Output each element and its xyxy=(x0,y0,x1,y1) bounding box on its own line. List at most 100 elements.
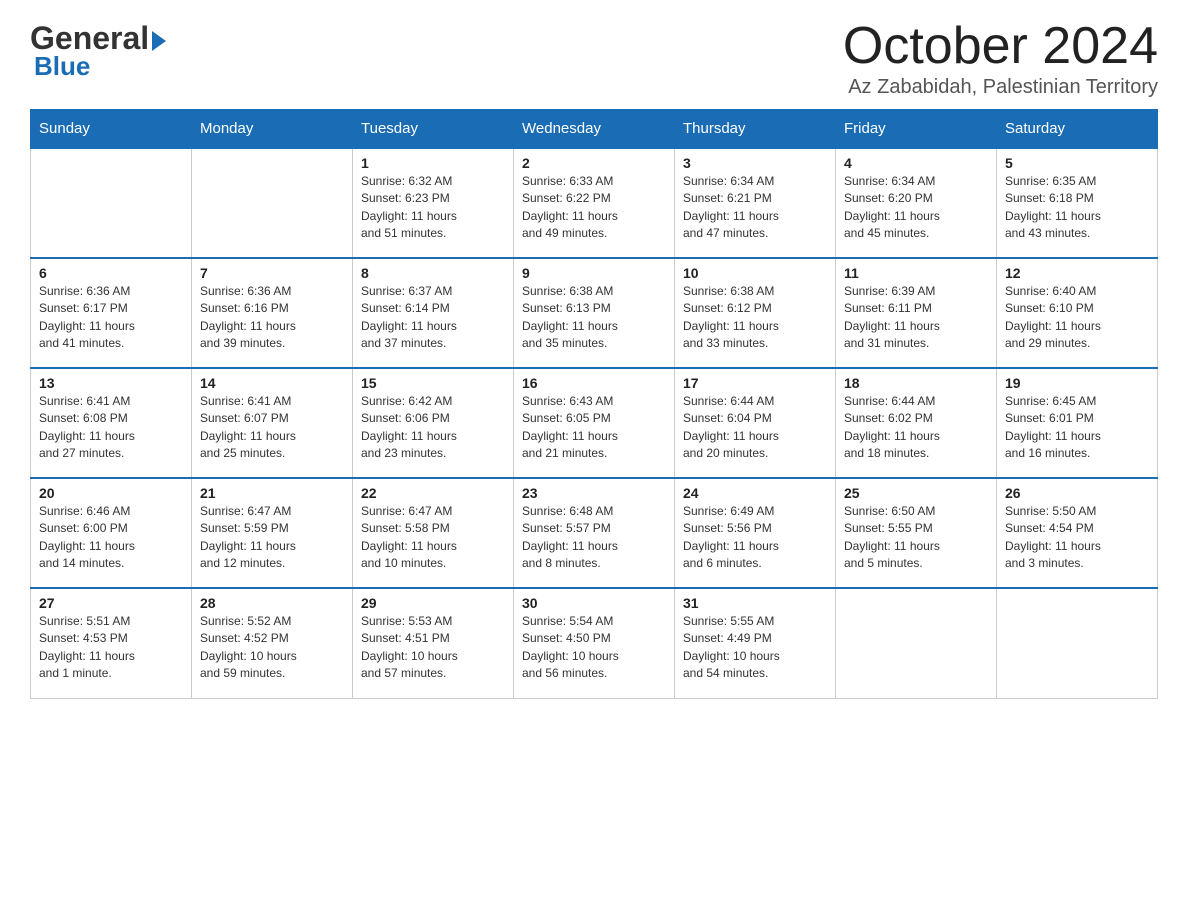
calendar-cell: 29 Sunrise: 5:53 AM Sunset: 4:51 PM Dayli… xyxy=(353,588,514,698)
day-number: 14 xyxy=(200,375,344,391)
calendar-cell: 25 Sunrise: 6:50 AM Sunset: 5:55 PM Dayli… xyxy=(836,478,997,588)
weekday-header-thursday: Thursday xyxy=(675,110,836,149)
logo-arrow-icon xyxy=(152,31,166,51)
calendar-cell xyxy=(997,588,1158,698)
day-number: 2 xyxy=(522,155,666,171)
day-info: Sunrise: 6:34 AM Sunset: 6:20 PM Dayligh… xyxy=(844,173,988,243)
location-subtitle: Az Zababidah, Palestinian Territory xyxy=(843,76,1158,99)
day-info: Sunrise: 6:47 AM Sunset: 5:58 PM Dayligh… xyxy=(361,503,505,573)
day-number: 3 xyxy=(683,155,827,171)
weekday-header-friday: Friday xyxy=(836,110,997,149)
calendar-cell: 12 Sunrise: 6:40 AM Sunset: 6:10 PM Dayli… xyxy=(997,258,1158,368)
calendar-cell: 27Sunrise: 5:51 AM Sunset: 4:53 PM Dayli… xyxy=(31,588,192,698)
day-number: 7 xyxy=(200,265,344,281)
day-info: Sunrise: 6:32 AM Sunset: 6:23 PM Dayligh… xyxy=(361,173,505,243)
day-number: 30 xyxy=(522,595,666,611)
day-number: 9 xyxy=(522,265,666,281)
day-info: Sunrise: 6:46 AM Sunset: 6:00 PM Dayligh… xyxy=(39,503,183,573)
day-info: Sunrise: 6:47 AM Sunset: 5:59 PM Dayligh… xyxy=(200,503,344,573)
day-info: Sunrise: 6:37 AM Sunset: 6:14 PM Dayligh… xyxy=(361,283,505,353)
day-info: Sunrise: 6:50 AM Sunset: 5:55 PM Dayligh… xyxy=(844,503,988,573)
day-number: 29 xyxy=(361,595,505,611)
day-info: Sunrise: 6:36 AM Sunset: 6:17 PM Dayligh… xyxy=(39,283,183,353)
day-info: Sunrise: 6:38 AM Sunset: 6:13 PM Dayligh… xyxy=(522,283,666,353)
day-info: Sunrise: 5:50 AM Sunset: 4:54 PM Dayligh… xyxy=(1005,503,1149,573)
calendar-cell: 28 Sunrise: 5:52 AM Sunset: 4:52 PM Dayli… xyxy=(192,588,353,698)
logo-blue-text: Blue xyxy=(30,51,90,82)
calendar-cell: 13 Sunrise: 6:41 AM Sunset: 6:08 PM Dayli… xyxy=(31,368,192,478)
day-number: 15 xyxy=(361,375,505,391)
day-number: 13 xyxy=(39,375,183,391)
day-info: Sunrise: 5:53 AM Sunset: 4:51 PM Dayligh… xyxy=(361,613,505,683)
calendar-cell xyxy=(192,148,353,258)
day-number: 22 xyxy=(361,485,505,501)
week-row-2: 6 Sunrise: 6:36 AM Sunset: 6:17 PM Daylig… xyxy=(31,258,1158,368)
day-number: 20 xyxy=(39,485,183,501)
day-number: 12 xyxy=(1005,265,1149,281)
calendar-cell: 10 Sunrise: 6:38 AM Sunset: 6:12 PM Dayli… xyxy=(675,258,836,368)
day-number: 28 xyxy=(200,595,344,611)
day-info: Sunrise: 5:54 AM Sunset: 4:50 PM Dayligh… xyxy=(522,613,666,683)
calendar-cell: 30 Sunrise: 5:54 AM Sunset: 4:50 PM Dayli… xyxy=(514,588,675,698)
week-row-5: 27Sunrise: 5:51 AM Sunset: 4:53 PM Dayli… xyxy=(31,588,1158,698)
day-info: Sunrise: 6:43 AM Sunset: 6:05 PM Dayligh… xyxy=(522,393,666,463)
day-info: Sunrise: 6:39 AM Sunset: 6:11 PM Dayligh… xyxy=(844,283,988,353)
day-number: 17 xyxy=(683,375,827,391)
day-info: Sunrise: 6:45 AM Sunset: 6:01 PM Dayligh… xyxy=(1005,393,1149,463)
day-info: Sunrise: 6:33 AM Sunset: 6:22 PM Dayligh… xyxy=(522,173,666,243)
calendar-cell: 7Sunrise: 6:36 AM Sunset: 6:16 PM Daylig… xyxy=(192,258,353,368)
weekday-header-wednesday: Wednesday xyxy=(514,110,675,149)
calendar-cell: 3 Sunrise: 6:34 AM Sunset: 6:21 PM Daylig… xyxy=(675,148,836,258)
day-number: 10 xyxy=(683,265,827,281)
calendar-cell: 20 Sunrise: 6:46 AM Sunset: 6:00 PM Dayli… xyxy=(31,478,192,588)
day-info: Sunrise: 6:34 AM Sunset: 6:21 PM Dayligh… xyxy=(683,173,827,243)
day-number: 25 xyxy=(844,485,988,501)
day-info: Sunrise: 6:40 AM Sunset: 6:10 PM Dayligh… xyxy=(1005,283,1149,353)
calendar-cell: 1 Sunrise: 6:32 AM Sunset: 6:23 PM Daylig… xyxy=(353,148,514,258)
calendar-cell xyxy=(31,148,192,258)
day-number: 24 xyxy=(683,485,827,501)
day-number: 1 xyxy=(361,155,505,171)
calendar-cell: 31 Sunrise: 5:55 AM Sunset: 4:49 PM Dayli… xyxy=(675,588,836,698)
calendar-cell: 6 Sunrise: 6:36 AM Sunset: 6:17 PM Daylig… xyxy=(31,258,192,368)
weekday-header-tuesday: Tuesday xyxy=(353,110,514,149)
day-info: Sunrise: 6:44 AM Sunset: 6:02 PM Dayligh… xyxy=(844,393,988,463)
day-number: 23 xyxy=(522,485,666,501)
day-info: Sunrise: 5:51 AM Sunset: 4:53 PM Dayligh… xyxy=(39,613,183,683)
title-section: October 2024 Az Zababidah, Palestinian T… xyxy=(843,20,1158,99)
day-info: Sunrise: 5:55 AM Sunset: 4:49 PM Dayligh… xyxy=(683,613,827,683)
calendar-cell: 18 Sunrise: 6:44 AM Sunset: 6:02 PM Dayli… xyxy=(836,368,997,478)
month-title: October 2024 xyxy=(843,20,1158,72)
calendar-cell: 26Sunrise: 5:50 AM Sunset: 4:54 PM Dayli… xyxy=(997,478,1158,588)
calendar-cell: 8Sunrise: 6:37 AM Sunset: 6:14 PM Daylig… xyxy=(353,258,514,368)
calendar-cell: 2 Sunrise: 6:33 AM Sunset: 6:22 PM Daylig… xyxy=(514,148,675,258)
day-number: 31 xyxy=(683,595,827,611)
day-info: Sunrise: 6:41 AM Sunset: 6:08 PM Dayligh… xyxy=(39,393,183,463)
day-info: Sunrise: 6:38 AM Sunset: 6:12 PM Dayligh… xyxy=(683,283,827,353)
calendar-cell: 17Sunrise: 6:44 AM Sunset: 6:04 PM Dayli… xyxy=(675,368,836,478)
calendar-cell: 24Sunrise: 6:49 AM Sunset: 5:56 PM Dayli… xyxy=(675,478,836,588)
day-number: 21 xyxy=(200,485,344,501)
day-number: 6 xyxy=(39,265,183,281)
weekday-header-saturday: Saturday xyxy=(997,110,1158,149)
day-info: Sunrise: 6:48 AM Sunset: 5:57 PM Dayligh… xyxy=(522,503,666,573)
day-number: 18 xyxy=(844,375,988,391)
calendar-cell: 9 Sunrise: 6:38 AM Sunset: 6:13 PM Daylig… xyxy=(514,258,675,368)
weekday-header-sunday: Sunday xyxy=(31,110,192,149)
day-number: 5 xyxy=(1005,155,1149,171)
calendar-cell xyxy=(836,588,997,698)
calendar-cell: 21 Sunrise: 6:47 AM Sunset: 5:59 PM Dayli… xyxy=(192,478,353,588)
week-row-1: 1 Sunrise: 6:32 AM Sunset: 6:23 PM Daylig… xyxy=(31,148,1158,258)
day-info: Sunrise: 5:52 AM Sunset: 4:52 PM Dayligh… xyxy=(200,613,344,683)
logo: General Blue xyxy=(30,20,166,82)
calendar-cell: 14 Sunrise: 6:41 AM Sunset: 6:07 PM Dayli… xyxy=(192,368,353,478)
day-info: Sunrise: 6:41 AM Sunset: 6:07 PM Dayligh… xyxy=(200,393,344,463)
calendar-cell: 5Sunrise: 6:35 AM Sunset: 6:18 PM Daylig… xyxy=(997,148,1158,258)
calendar-cell: 23 Sunrise: 6:48 AM Sunset: 5:57 PM Dayli… xyxy=(514,478,675,588)
calendar-cell: 4Sunrise: 6:34 AM Sunset: 6:20 PM Daylig… xyxy=(836,148,997,258)
day-number: 19 xyxy=(1005,375,1149,391)
weekday-header-monday: Monday xyxy=(192,110,353,149)
calendar-cell: 22 Sunrise: 6:47 AM Sunset: 5:58 PM Dayli… xyxy=(353,478,514,588)
calendar-cell: 15Sunrise: 6:42 AM Sunset: 6:06 PM Dayli… xyxy=(353,368,514,478)
day-number: 16 xyxy=(522,375,666,391)
